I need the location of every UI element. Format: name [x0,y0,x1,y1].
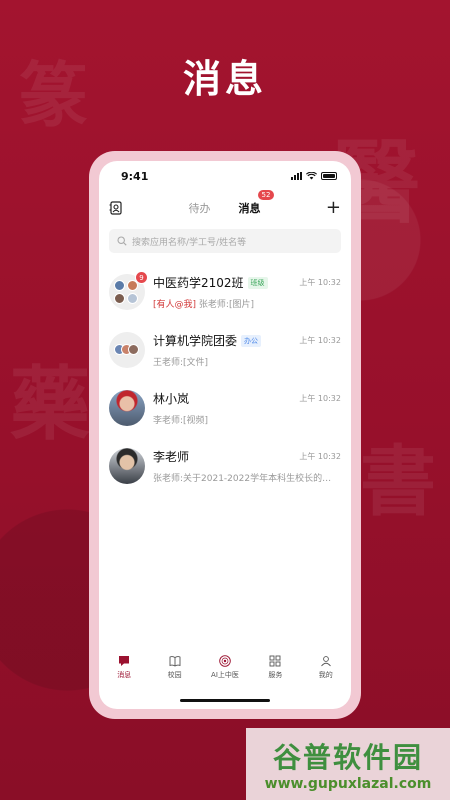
conversation-time: 上午 10:32 [299,394,341,403]
tabbar-item-ai-tcm[interactable]: AI上中医 [205,655,245,689]
status-bar: 9:41 [99,161,351,191]
bottom-tabbar: 消息 校园 AI上中医 服务 我的 [99,655,351,689]
phone-screen: 9:41 待办 消息 52 + 搜索应用名称/学工号/姓名等 9 中医药学210… [99,161,351,709]
person-icon [320,656,331,667]
avatar [109,448,145,484]
book-icon [169,656,181,667]
conversation-preview: 张老师:[图片] [198,300,254,310]
tabbar-label: 服务 [268,671,283,679]
conversation-time: 上午 10:32 [299,452,341,461]
conversation-preview: 李老师:[视频] [153,416,209,426]
tabbar-label: 消息 [117,671,132,679]
group-avatar [109,332,145,368]
add-icon[interactable]: + [326,199,341,217]
watermark-url: www.gupuxlazal.com [264,776,432,792]
class-tag: 班级 [247,276,268,289]
conversation-name: 林小岚 [153,392,190,406]
tabbar-item-campus[interactable]: 校园 [155,655,195,689]
watermark: 谷普软件园 www.gupuxlazal.com [246,728,450,800]
conversation-name: 中医药学2102班 [153,276,244,290]
tabbar-item-services[interactable]: 服务 [255,655,295,689]
tabbar-label: 校园 [167,671,182,679]
tabbar-item-messages[interactable]: 消息 [104,655,144,689]
unread-bubble: 9 [135,271,148,284]
mention-label: [有人@我] [153,300,197,310]
home-indicator [180,699,270,702]
conversation-preview: 王老师:[文件] [153,358,209,368]
campus-logo-icon [219,655,231,667]
message-icon [119,656,130,666]
tabbar-item-profile[interactable]: 我的 [306,655,346,689]
conversation-preview: 张老师:关于2021-2022学年本科生校长的… [153,474,332,484]
contacts-icon[interactable] [109,201,123,215]
page-headline: 消息 [182,57,267,101]
search-icon [117,236,127,246]
unread-count-badge: 52 [257,190,275,200]
watermark-title: 谷普软件园 [272,741,423,774]
grid-icon [269,655,281,667]
status-time: 9:41 [121,169,149,183]
tabbar-label: AI上中医 [211,671,239,679]
search-placeholder: 搜索应用名称/学工号/姓名等 [132,237,247,248]
tab-messages[interactable]: 消息 52 [238,190,275,216]
conversation-time: 上午 10:32 [299,336,341,345]
conversation-item[interactable]: 李老师 上午 10:32 张老师:关于2021-2022学年本科生校长的… [99,437,351,495]
conversation-item[interactable]: 林小岚 上午 10:32 李老师:[视频] [99,379,351,437]
avatar [109,390,145,426]
conversation-name: 计算机学院团委 [153,334,238,348]
tab-messages-label: 消息 [238,202,261,215]
tab-todo[interactable]: 待办 [188,200,210,216]
group-avatar: 9 [109,271,148,310]
wifi-icon [306,172,317,180]
search-input[interactable]: 搜索应用名称/学工号/姓名等 [109,229,341,253]
conversation-name: 李老师 [153,450,190,464]
signal-icon [291,172,302,180]
conversation-time: 上午 10:32 [299,278,341,287]
office-tag: 办公 [241,334,262,347]
conversation-item[interactable]: 计算机学院团委 办公 上午 10:32 王老师:[文件] [99,321,351,379]
conversation-list: 9 中医药学2102班 班级 上午 10:32 [有人@我] 张老师:[图片] [99,263,351,495]
top-navbar: 待办 消息 52 + [99,190,351,225]
battery-icon [321,172,337,180]
tabbar-label: 我的 [318,671,333,679]
conversation-item[interactable]: 9 中医药学2102班 班级 上午 10:32 [有人@我] 张老师:[图片] [99,263,351,321]
